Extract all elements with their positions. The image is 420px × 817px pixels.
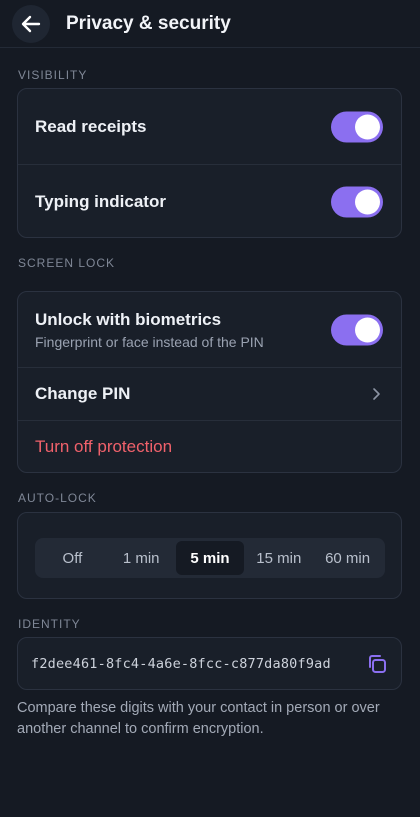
toggle-knob: [355, 114, 380, 139]
auto-lock-option-15-min[interactable]: 15 min: [244, 541, 313, 575]
section-label-visibility: VISIBILITY: [18, 68, 88, 82]
screen-lock-card: Unlock with biometrics Fingerprint or fa…: [17, 291, 402, 473]
change-pin-row[interactable]: Change PIN: [18, 367, 401, 420]
identity-hint: Compare these digits with your contact i…: [17, 700, 380, 737]
turn-off-protection-row[interactable]: Turn off protection: [18, 420, 401, 472]
biometrics-row: Unlock with biometrics Fingerprint or fa…: [18, 292, 401, 367]
identity-value: f2dee461-8fc4-4a6e-8fcc-c877da80f9ad: [31, 655, 331, 672]
identity-field: f2dee461-8fc4-4a6e-8fcc-c877da80f9ad: [17, 637, 402, 690]
visibility-card: Read receipts Typing indicator: [17, 88, 402, 238]
back-button[interactable]: [12, 4, 50, 43]
turn-off-protection-label: Turn off protection: [35, 437, 173, 456]
arrow-left-icon: [21, 15, 41, 32]
biometrics-toggle[interactable]: [331, 314, 383, 345]
change-pin-label: Change PIN: [35, 384, 131, 403]
copy-icon[interactable]: [365, 652, 389, 676]
toggle-knob: [355, 189, 380, 214]
auto-lock-selector: Off 1 min 5 min 15 min 60 min: [35, 538, 385, 578]
auto-lock-card: Off 1 min 5 min 15 min 60 min: [17, 512, 402, 599]
section-label-screen-lock: SCREEN LOCK: [18, 256, 116, 270]
auto-lock-option-5-min[interactable]: 5 min: [175, 541, 245, 575]
chevron-right-icon: [373, 388, 380, 400]
section-label-identity: IDENTITY: [18, 617, 81, 631]
biometrics-label: Unlock with biometrics: [35, 309, 222, 329]
section-label-auto-lock: AUTO-LOCK: [18, 491, 97, 505]
app-screen: Privacy & security VISIBILITY Read recei…: [0, 0, 420, 817]
top-bar: Privacy & security: [0, 0, 420, 48]
biometrics-subtitle: Fingerprint or face instead of the PIN: [35, 333, 264, 350]
auto-lock-option-off[interactable]: Off: [38, 541, 107, 575]
auto-lock-option-60-min[interactable]: 60 min: [313, 541, 382, 575]
typing-indicator-row: Typing indicator: [18, 164, 401, 237]
read-receipts-toggle[interactable]: [331, 111, 383, 142]
read-receipts-row: Read receipts: [18, 89, 401, 164]
read-receipts-label: Read receipts: [35, 116, 147, 136]
auto-lock-option-1-min[interactable]: 1 min: [107, 541, 176, 575]
toggle-knob: [355, 317, 380, 342]
typing-indicator-toggle[interactable]: [331, 186, 383, 217]
page-title: Privacy & security: [66, 12, 231, 34]
typing-indicator-label: Typing indicator: [35, 191, 166, 211]
